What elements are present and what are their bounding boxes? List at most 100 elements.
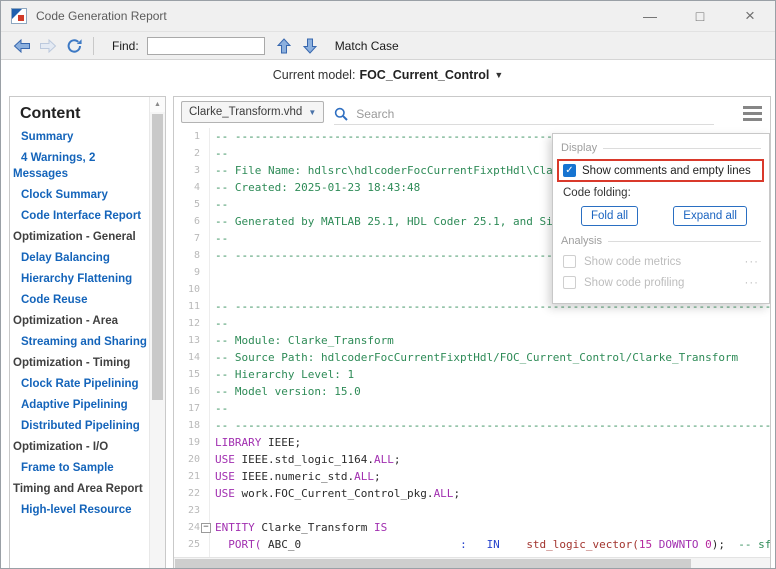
line-number: 11 — [174, 298, 200, 315]
file-dropdown-caret-icon: ▼ — [308, 108, 316, 117]
main-area: Content Summary 4 Warnings, 2 Messages Clo… — [1, 90, 775, 568]
code-panel: Clarke_Transform.vhd ▼ 1-- -------------… — [173, 96, 771, 569]
find-next-button[interactable] — [303, 38, 317, 54]
line-number: 13 — [174, 332, 200, 349]
line-number: 25 — [174, 536, 200, 553]
code-search — [334, 103, 714, 125]
line-number: 6 — [174, 213, 200, 230]
line-number: 7 — [174, 230, 200, 247]
code-metrics-checkbox — [563, 255, 576, 268]
line-number: 1 — [174, 128, 200, 145]
down-arrow-icon — [303, 38, 317, 54]
line-number: 4 — [174, 179, 200, 196]
back-button[interactable] — [9, 39, 35, 53]
code-line: 20USE IEEE.std_logic_1164.ALL; — [174, 451, 770, 468]
horizontal-scroll-thumb[interactable] — [175, 559, 691, 568]
code-line: 15-- Hierarchy Level: 1 — [174, 366, 770, 383]
code-line: 18-- -----------------------------------… — [174, 417, 770, 434]
code-line: 24−ENTITY Clarke_Transform IS — [174, 519, 770, 536]
line-number: 21 — [174, 468, 200, 485]
line-number: 8 — [174, 247, 200, 264]
toolbar-separator — [93, 37, 94, 55]
code-profiling-checkbox — [563, 276, 576, 289]
forward-button[interactable] — [35, 39, 61, 53]
sidebar-scrollbar[interactable]: ▲ — [149, 97, 165, 569]
code-line: 16-- Model version: 15.0 — [174, 383, 770, 400]
sidebar-link[interactable]: Code Reuse — [13, 292, 148, 308]
line-number: 2 — [174, 145, 200, 162]
sidebar-link[interactable]: Delay Balancing — [13, 250, 148, 266]
code-line: 22USE work.FOC_Current_Control_pkg.ALL; — [174, 485, 770, 502]
current-model-bar: Current model: FOC_Current_Control ▼ — [1, 60, 775, 91]
title-bar: Code Generation Report — □ × — [1, 1, 775, 31]
find-label: Find: — [112, 39, 139, 53]
sidebar-section-label: Timing and Area Report — [13, 481, 148, 497]
sidebar-list: Summary 4 Warnings, 2 Messages Clock Summa… — [13, 129, 148, 518]
code-search-input[interactable] — [354, 106, 714, 122]
code-line: 12-- — [174, 315, 770, 332]
line-number: 5 — [174, 196, 200, 213]
code-metrics-label: Show code metrics — [584, 256, 681, 268]
line-number: 15 — [174, 366, 200, 383]
close-button[interactable]: × — [725, 1, 775, 31]
expand-all-button[interactable]: Expand all — [673, 206, 747, 226]
sidebar-link[interactable]: 4 Warnings, 2 Messages — [13, 150, 148, 182]
find-input[interactable] — [147, 37, 265, 55]
find-toolbar: Find: Match Case — [1, 31, 775, 60]
minimize-button[interactable]: — — [625, 1, 675, 31]
refresh-button[interactable] — [61, 38, 87, 54]
line-number: 23 — [174, 502, 200, 519]
up-arrow-icon — [277, 38, 291, 54]
fold-toggle-icon[interactable]: − — [201, 523, 211, 533]
code-line: 21USE IEEE.numeric_std.ALL; — [174, 468, 770, 485]
sidebar-link[interactable]: Streaming and Sharing — [13, 334, 148, 350]
sidebar-link[interactable]: Clock Rate Pipelining — [13, 376, 148, 392]
sidebar-section-label: Optimization - I/O — [13, 439, 148, 455]
code-folding-label: Code folding: — [563, 187, 761, 199]
sidebar-scroll-thumb[interactable] — [152, 114, 163, 400]
file-dropdown-button[interactable]: Clarke_Transform.vhd ▼ — [181, 101, 324, 123]
code-line: 17-- — [174, 400, 770, 417]
show-comments-label[interactable]: Show comments and empty lines — [582, 165, 751, 177]
code-metrics-more-icon: ··· — [745, 256, 760, 268]
horizontal-scrollbar[interactable] — [174, 557, 770, 569]
code-line: 23 — [174, 502, 770, 519]
line-number: 14 — [174, 349, 200, 366]
code-line: 25 PORT( ABC_0 : IN std_logic_vector(15 … — [174, 536, 770, 553]
line-number: 22 — [174, 485, 200, 502]
sidebar-link[interactable]: Frame to Sample — [13, 460, 148, 476]
sidebar-link[interactable]: Distributed Pipelining — [13, 418, 148, 434]
find-previous-button[interactable] — [277, 38, 291, 54]
sidebar-link[interactable]: Summary — [13, 129, 148, 145]
code-generation-report-window: Code Generation Report — □ × Find: Match… — [0, 0, 776, 569]
current-model-prefix: Current model: — [273, 68, 356, 82]
match-case-toggle[interactable]: Match Case — [335, 39, 399, 53]
line-number: 17 — [174, 400, 200, 417]
sidebar-link[interactable]: High-level Resource — [13, 502, 148, 518]
sidebar-link[interactable]: Clock Summary — [13, 187, 148, 203]
line-number: 18 — [174, 417, 200, 434]
display-section-header: Display — [561, 142, 761, 154]
line-number: 10 — [174, 281, 200, 298]
show-comments-row: ✓ Show comments and empty lines — [557, 159, 764, 182]
line-number: 19 — [174, 434, 200, 451]
file-name: Clarke_Transform.vhd — [189, 106, 302, 118]
maximize-button[interactable]: □ — [675, 1, 725, 31]
fold-all-button[interactable]: Fold all — [581, 206, 638, 226]
app-icon — [11, 8, 27, 24]
forward-arrow-icon — [39, 39, 57, 53]
line-number: 3 — [174, 162, 200, 179]
window-title: Code Generation Report — [36, 9, 167, 23]
sidebar-title: Content — [20, 105, 148, 123]
scroll-up-icon[interactable]: ▲ — [150, 97, 165, 112]
sidebar-link[interactable]: Hierarchy Flattening — [13, 271, 148, 287]
sidebar-link[interactable]: Adaptive Pipelining — [13, 397, 148, 413]
menu-hamburger-icon[interactable] — [743, 106, 762, 124]
current-model-name[interactable]: FOC_Current_Control — [359, 68, 489, 82]
sidebar-section-label: Optimization - Area — [13, 313, 148, 329]
model-dropdown-caret-icon[interactable]: ▼ — [494, 70, 503, 80]
show-comments-checkbox[interactable]: ✓ — [563, 164, 576, 177]
display-options-popup: Display ✓ Show comments and empty lines … — [552, 133, 770, 304]
code-profiling-label: Show code profiling — [584, 277, 684, 289]
sidebar-link[interactable]: Code Interface Report — [13, 208, 148, 224]
